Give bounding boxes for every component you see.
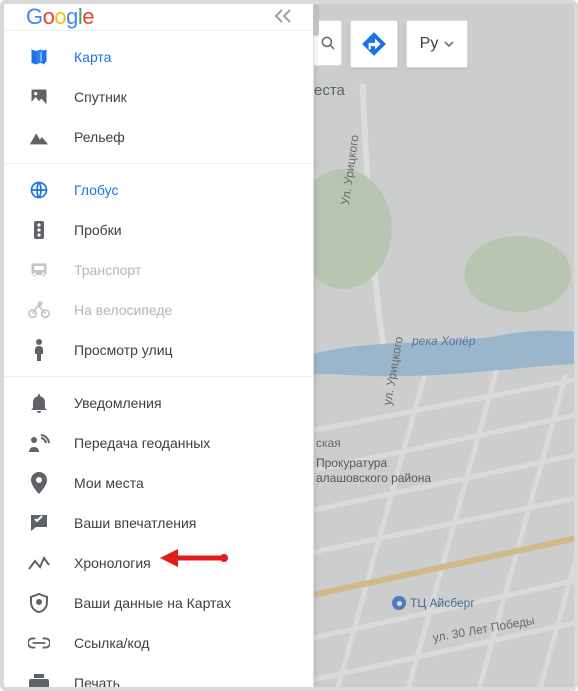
bell-icon — [28, 392, 50, 414]
poi-label: ТЦ Айсберг — [410, 596, 475, 610]
menu-label: Глобус — [74, 182, 118, 198]
globe-icon — [28, 179, 50, 201]
print-icon — [28, 672, 50, 691]
app-frame: Ул. Урицкого ул. Урицкого река Хопёр ска… — [0, 0, 578, 691]
panel-scrollbar[interactable] — [313, 4, 319, 36]
google-logo: Google — [26, 4, 94, 30]
menu-label: Спутник — [74, 89, 127, 105]
menu-item-link[interactable]: Ссылка/код — [4, 623, 313, 663]
menu-item-bike[interactable]: На велосипеде — [4, 290, 313, 330]
menu-item-traffic[interactable]: Пробки — [4, 210, 313, 250]
panel-header: Google — [4, 4, 313, 31]
collapse-panel-button[interactable] — [273, 7, 299, 28]
menu-label: На велосипеде — [74, 302, 172, 318]
menu-item-reviews[interactable]: Ваши впечатления — [4, 503, 313, 543]
menu-label: Рельеф — [74, 129, 125, 145]
menu-item-map[interactable]: Карта — [4, 37, 313, 77]
menu-label: Хронология — [74, 555, 151, 571]
menu-label: Печать — [74, 675, 120, 691]
map-icon — [28, 46, 50, 68]
menu-item-terrain[interactable]: Рельеф — [4, 117, 313, 157]
river-label: река Хопёр — [412, 334, 475, 348]
menu-item-my-places[interactable]: Мои места — [4, 463, 313, 503]
poi-marker-icon — [392, 596, 406, 610]
bike-icon — [28, 299, 50, 321]
menu-item-share-location[interactable]: Передача геоданных — [4, 423, 313, 463]
transit-icon — [28, 259, 50, 281]
chevrons-left-icon — [273, 9, 293, 23]
menu-label: Карта — [74, 49, 111, 65]
satellite-icon — [28, 86, 50, 108]
menu-section-modes: Глобус Пробки Транспорт На велосипеде — [4, 164, 313, 377]
chevron-down-icon — [444, 39, 454, 49]
terrain-icon — [28, 126, 50, 148]
menu-label: Просмотр улиц — [74, 342, 173, 358]
place-line1: Прокуратура — [316, 456, 387, 470]
menu-item-satellite[interactable]: Спутник — [4, 77, 313, 117]
language-button[interactable]: Ру — [406, 20, 468, 68]
share-location-icon — [28, 432, 50, 454]
directions-icon — [361, 31, 387, 57]
traffic-icon — [28, 219, 50, 241]
side-panel: Google Карта Спутник — [4, 4, 314, 687]
menu-label: Ваши впечатления — [74, 515, 196, 531]
menu-section-personal: Уведомления Передача геоданных Мои места… — [4, 377, 313, 691]
language-label: Ру — [420, 35, 439, 53]
menu-item-your-data[interactable]: Ваши данные на Картах — [4, 583, 313, 623]
menu-item-globe[interactable]: Глобус — [4, 170, 313, 210]
map-canvas[interactable]: Ул. Урицкого ул. Урицкого река Хопёр ска… — [314, 4, 574, 687]
place-line2: алашовского района — [316, 471, 431, 485]
streetview-icon — [28, 339, 50, 361]
menu-item-notifications[interactable]: Уведомления — [4, 383, 313, 423]
link-icon — [28, 632, 50, 654]
menu-label: Ваши данные на Картах — [74, 595, 231, 611]
directions-button[interactable] — [350, 20, 398, 68]
place-icon — [28, 472, 50, 494]
search-result-partial: ская — [316, 436, 341, 450]
menu-section-layers: Карта Спутник Рельеф — [4, 31, 313, 164]
review-icon — [28, 512, 50, 534]
menu-item-timeline[interactable]: Хронология — [4, 543, 313, 583]
timeline-icon — [28, 552, 50, 574]
menu-item-print[interactable]: Печать — [4, 663, 313, 691]
menu-item-transit[interactable]: Транспорт — [4, 250, 313, 290]
menu-label: Мои места — [74, 475, 144, 491]
search-icon — [319, 34, 337, 52]
menu-item-streetview[interactable]: Просмотр улиц — [4, 330, 313, 370]
menu-label: Передача геоданных — [74, 435, 210, 451]
menu-label: Уведомления — [74, 395, 162, 411]
menu-label: Транспорт — [74, 262, 141, 278]
menu-label: Пробки — [74, 222, 122, 238]
poi-iceberg[interactable]: ТЦ Айсберг — [392, 596, 475, 610]
menu-label: Ссылка/код — [74, 635, 149, 651]
shield-icon — [28, 592, 50, 614]
search-text-sliver: еста — [314, 78, 360, 102]
